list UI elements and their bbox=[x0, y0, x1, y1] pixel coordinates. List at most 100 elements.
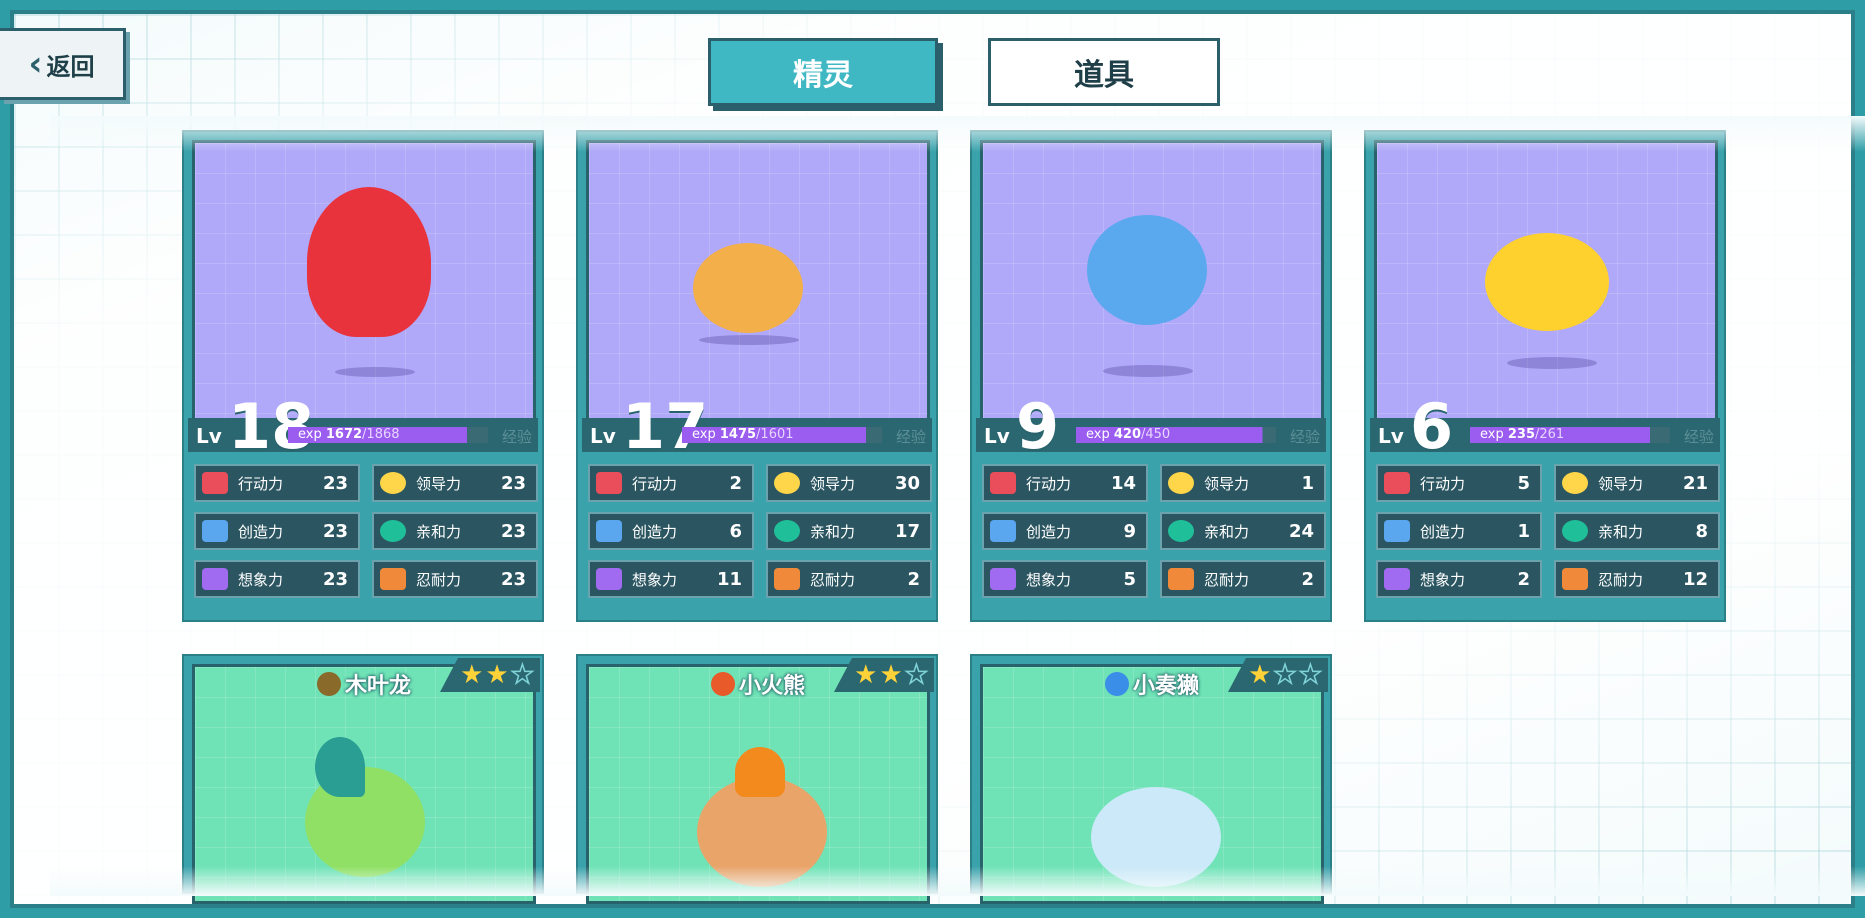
stat-value: 11 bbox=[716, 568, 742, 590]
stat-value: 23 bbox=[500, 568, 526, 590]
level-number: 9 bbox=[1016, 390, 1060, 463]
exp-bar: exp 420/450 bbox=[1076, 427, 1276, 443]
house-icon bbox=[1562, 568, 1588, 590]
house-icon bbox=[1168, 568, 1194, 590]
sprite-image bbox=[1485, 233, 1609, 331]
sprite-art bbox=[980, 140, 1324, 432]
stat-label: 创造力 bbox=[1420, 522, 1466, 541]
stat-value: 6 bbox=[729, 520, 742, 542]
stat-label: 亲和力 bbox=[1598, 522, 1644, 541]
stats-grid: 行动力 5 领导力 21 创造力 1 亲和力 8 想象力 2 忍耐力 12 bbox=[1376, 464, 1720, 598]
stat-value: 24 bbox=[1288, 520, 1314, 542]
stat-value: 12 bbox=[1682, 568, 1708, 590]
sprite-shadow bbox=[1103, 365, 1193, 377]
exp-label: 经验 bbox=[501, 428, 532, 446]
sprite-card[interactable]: 木叶龙 ★ ★ ★ bbox=[182, 654, 544, 904]
level-bar: Lv 9 exp 420/450 经验 bbox=[976, 396, 1326, 458]
stat-affinity: 亲和力 17 bbox=[766, 512, 932, 550]
exp-current: 235 bbox=[1507, 427, 1535, 442]
water-icon bbox=[1104, 672, 1129, 696]
star-filled-icon: ★ bbox=[485, 660, 509, 690]
sprite-card[interactable]: Lv 9 exp 420/450 经验 行动力 14 领导力 1 创造力 9 亲和力 2… bbox=[970, 130, 1332, 622]
stat-leadership: 领导力 23 bbox=[372, 464, 538, 502]
stat-label: 亲和力 bbox=[416, 522, 462, 541]
level-number: 6 bbox=[1410, 390, 1454, 463]
stat-value: 1 bbox=[1301, 472, 1314, 494]
stat-value: 8 bbox=[1695, 520, 1708, 542]
stat-value: 23 bbox=[322, 568, 348, 590]
sun-icon bbox=[1562, 472, 1588, 494]
stat-imagination: 想象力 5 bbox=[982, 560, 1148, 598]
exp-prefix: exp bbox=[1086, 427, 1110, 442]
stat-value: 23 bbox=[500, 520, 526, 542]
stat-value: 23 bbox=[322, 472, 348, 494]
level-prefix: Lv bbox=[196, 424, 222, 448]
stat-label: 行动力 bbox=[632, 474, 678, 493]
sprite-card[interactable]: Lv 18 exp 1672/1868 经验 行动力 23 领导力 23 创造力 23… bbox=[182, 130, 544, 622]
exp-total: /1601 bbox=[756, 427, 794, 442]
sprite-card[interactable]: 小奏獭 ★ ★ ★ bbox=[970, 654, 1332, 904]
cloud-icon bbox=[596, 568, 622, 590]
sprite-name: 小火熊 bbox=[738, 674, 805, 699]
stat-label: 行动力 bbox=[1026, 474, 1072, 493]
sprite-name: 小奏獭 bbox=[1132, 674, 1199, 699]
sprite-image bbox=[1087, 215, 1207, 325]
exp-prefix: exp bbox=[692, 427, 716, 442]
stat-action: 行动力 23 bbox=[194, 464, 360, 502]
star-filled-icon: ★ bbox=[460, 660, 484, 690]
sprite-card[interactable]: Lv 6 exp 235/261 经验 行动力 5 领导力 21 创造力 1 亲和力 8… bbox=[1364, 130, 1726, 622]
stat-action: 行动力 14 bbox=[982, 464, 1148, 502]
level-bar: Lv 18 exp 1672/1868 经验 bbox=[188, 396, 538, 458]
sprite-art bbox=[1374, 140, 1718, 432]
stat-value: 23 bbox=[322, 520, 348, 542]
sprite-image bbox=[307, 187, 431, 337]
stat-label: 想象力 bbox=[1026, 570, 1072, 589]
stat-value: 23 bbox=[500, 472, 526, 494]
fire-icon bbox=[710, 672, 735, 696]
sprite-card[interactable]: 小火熊 ★ ★ ★ bbox=[576, 654, 938, 904]
stat-value: 2 bbox=[1517, 568, 1530, 590]
stat-value: 17 bbox=[894, 520, 920, 542]
star-empty-icon: ★ bbox=[1298, 660, 1323, 690]
stat-label: 忍耐力 bbox=[810, 570, 856, 589]
smile-icon bbox=[380, 520, 406, 542]
sprite-card[interactable]: Lv 17 exp 1475/1601 经验 行动力 2 领导力 30 创造力 6 亲… bbox=[576, 130, 938, 622]
stat-label: 亲和力 bbox=[1204, 522, 1250, 541]
stat-affinity: 亲和力 8 bbox=[1554, 512, 1720, 550]
stat-label: 行动力 bbox=[1420, 474, 1466, 493]
stat-creativity: 创造力 9 bbox=[982, 512, 1148, 550]
sun-icon bbox=[774, 472, 800, 494]
stat-label: 创造力 bbox=[1026, 522, 1072, 541]
stat-label: 创造力 bbox=[238, 522, 284, 541]
stats-grid: 行动力 2 领导力 30 创造力 6 亲和力 17 想象力 11 忍耐力 2 bbox=[588, 464, 932, 598]
action-icon bbox=[1384, 472, 1410, 494]
stat-label: 领导力 bbox=[1598, 474, 1644, 493]
stat-imagination: 想象力 23 bbox=[194, 560, 360, 598]
lightbulb-icon bbox=[1384, 520, 1410, 542]
action-icon bbox=[596, 472, 622, 494]
exp-total: /261 bbox=[1535, 427, 1565, 442]
exp-label: 经验 bbox=[1683, 428, 1714, 446]
stat-affinity: 亲和力 23 bbox=[372, 512, 538, 550]
stat-label: 想象力 bbox=[1420, 570, 1466, 589]
stat-endurance: 忍耐力 2 bbox=[766, 560, 932, 598]
stat-imagination: 想象力 11 bbox=[588, 560, 754, 598]
stat-label: 领导力 bbox=[810, 474, 856, 493]
stat-leadership: 领导力 30 bbox=[766, 464, 932, 502]
lightbulb-icon bbox=[202, 520, 228, 542]
exp-current: 1672 bbox=[325, 427, 363, 442]
level-bar: Lv 6 exp 235/261 经验 bbox=[1370, 396, 1720, 458]
stat-label: 忍耐力 bbox=[1204, 570, 1250, 589]
sun-icon bbox=[1168, 472, 1194, 494]
stats-grid: 行动力 14 领导力 1 创造力 9 亲和力 24 想象力 5 忍耐力 2 bbox=[982, 464, 1326, 598]
stat-label: 领导力 bbox=[1204, 474, 1250, 493]
lightbulb-icon bbox=[596, 520, 622, 542]
stat-leadership: 领导力 1 bbox=[1160, 464, 1326, 502]
stat-label: 想象力 bbox=[238, 570, 284, 589]
stat-value: 9 bbox=[1123, 520, 1136, 542]
sprite-art bbox=[586, 140, 930, 432]
stat-creativity: 创造力 6 bbox=[588, 512, 754, 550]
stat-affinity: 亲和力 24 bbox=[1160, 512, 1326, 550]
sprite-shadow bbox=[699, 335, 799, 345]
action-icon bbox=[990, 472, 1016, 494]
